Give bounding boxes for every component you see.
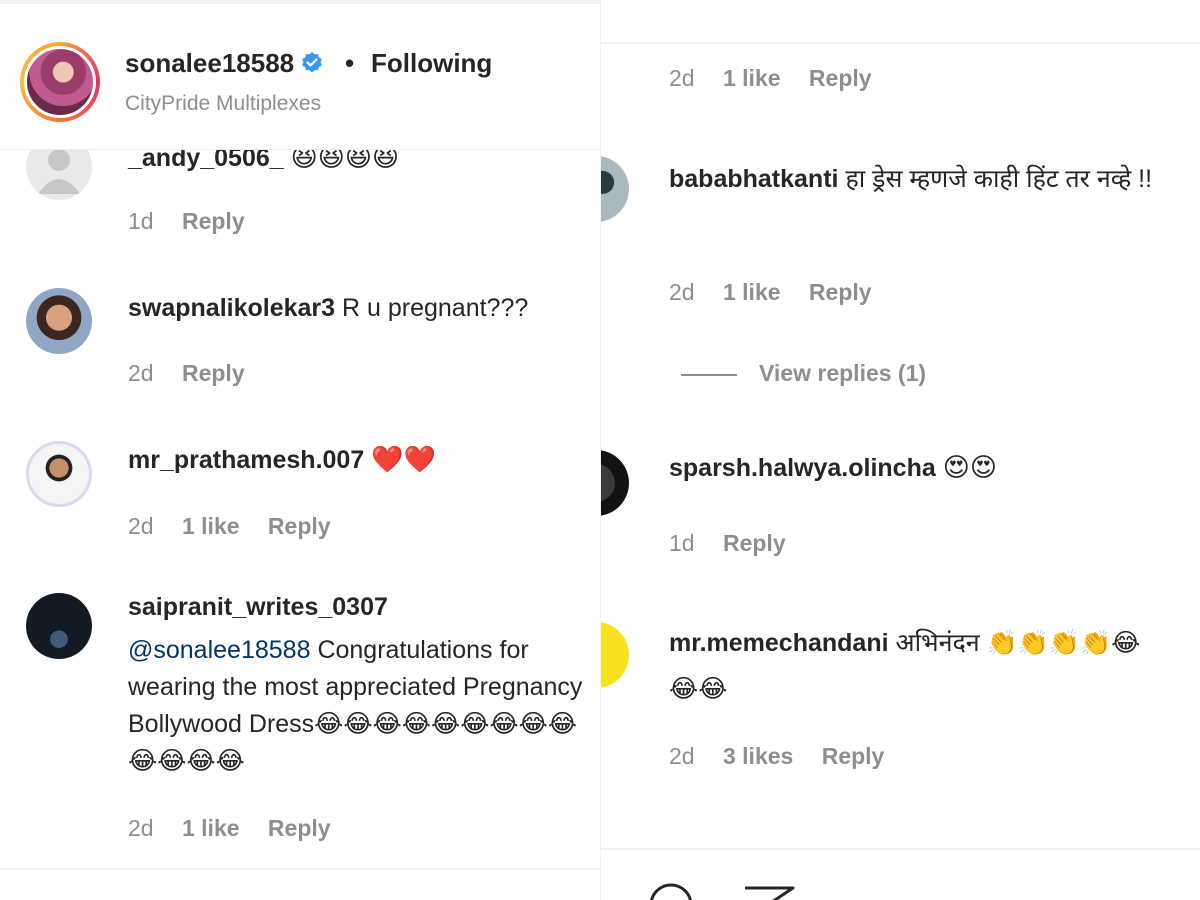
comment-username[interactable]: sparsh.halwya.olincha — [669, 454, 936, 482]
comment-likes[interactable]: 3 likes — [723, 743, 793, 769]
left-panel: _andy_0506_ 😆😆😆😆 1d Reply sonalee18588 •… — [0, 0, 600, 900]
avatar[interactable] — [601, 156, 629, 222]
avatar[interactable] — [601, 622, 629, 688]
avatar[interactable] — [26, 593, 92, 659]
comment-text: sparsh.halwya.olincha 😍😍 — [669, 450, 997, 487]
avatar[interactable] — [26, 441, 92, 507]
comment-text: @sonalee18588 Congratulations for wearin… — [128, 632, 593, 780]
comment-meta: 2d 1 like Reply — [669, 279, 894, 306]
header-username[interactable]: sonalee18588 — [125, 48, 294, 78]
comment-icon[interactable] — [646, 880, 696, 900]
comment-meta: 2d 1 like Reply — [669, 65, 894, 92]
comment-meta: 1d Reply — [669, 530, 808, 557]
replies-line — [681, 373, 737, 376]
mention-link[interactable]: @sonalee18588 — [128, 636, 310, 664]
comment-meta: 1d Reply — [128, 208, 267, 235]
comment-time: 2d — [669, 65, 695, 91]
reply-button[interactable]: Reply — [268, 513, 331, 539]
comment-username[interactable]: mr.memechandani — [669, 629, 889, 657]
location-link[interactable]: CityPride Multiplexes — [125, 92, 321, 116]
divider — [0, 868, 600, 870]
comment-time: 2d — [669, 743, 695, 769]
following-button[interactable]: Following — [371, 48, 492, 79]
comment-text: mr.memechandani अभिनंदन 👏👏👏👏😂😂😂 — [669, 620, 1169, 712]
right-panel: 2d 1 like Reply bababhatkanti हा ड्रेस म… — [600, 0, 1200, 900]
comment-username[interactable]: swapnalikolekar3 — [128, 294, 335, 322]
comment-likes[interactable]: 1 like — [182, 513, 240, 539]
comment-meta: 2d Reply — [128, 360, 267, 387]
comment-meta: 2d 1 like Reply — [128, 513, 353, 540]
avatar[interactable] — [601, 450, 629, 516]
comment-text: mr_prathamesh.007 ❤️❤️ — [128, 442, 436, 479]
reply-button[interactable]: Reply — [182, 360, 245, 386]
comment-time: 2d — [128, 815, 154, 841]
comment-username[interactable]: bababhatkanti — [669, 165, 838, 193]
reply-button[interactable]: Reply — [822, 743, 885, 769]
comment-username[interactable]: saipranit_writes_0307 — [128, 593, 388, 622]
comment-username[interactable]: mr_prathamesh.007 — [128, 446, 364, 474]
comment-likes[interactable]: 1 like — [182, 815, 240, 841]
comment-time: 1d — [128, 208, 154, 234]
comment-likes[interactable]: 1 like — [723, 279, 781, 305]
comment-body: R u pregnant??? — [342, 294, 529, 322]
comment-time: 1d — [669, 530, 695, 556]
comment-body: ❤️❤️ — [371, 445, 436, 475]
comment-time: 2d — [128, 360, 154, 386]
comment-time: 2d — [128, 513, 154, 539]
reply-button[interactable]: Reply — [268, 815, 331, 841]
divider — [601, 42, 1200, 44]
reply-button[interactable]: Reply — [182, 208, 245, 234]
view-replies-button[interactable]: View replies (1) — [759, 360, 926, 386]
reply-button[interactable]: Reply — [809, 65, 872, 91]
comment-time: 2d — [669, 279, 695, 305]
reply-button[interactable]: Reply — [809, 279, 872, 305]
divider — [600, 848, 1200, 850]
post-header: sonalee18588 • Following CityPride Multi… — [0, 0, 600, 150]
comment-meta: 2d 1 like Reply — [128, 815, 353, 842]
comment-text: bababhatkanti हा ड्रेस म्हणजे काही हिंट … — [669, 158, 1199, 200]
comment-likes[interactable]: 1 like — [723, 65, 781, 91]
comment-text: swapnalikolekar3 R u pregnant??? — [128, 290, 528, 327]
comment-body: 😍😍 — [942, 453, 997, 483]
comment-meta: 2d 3 likes Reply — [669, 743, 906, 770]
view-replies-row[interactable]: View replies (1) — [681, 360, 948, 387]
reply-button[interactable]: Reply — [723, 530, 786, 556]
header-username-wrap: sonalee18588 — [125, 48, 324, 79]
avatar[interactable] — [26, 288, 92, 354]
comment-body: हा ड्रेस म्हणजे काही हिंट तर नव्हे !! — [845, 165, 1153, 193]
verified-badge-icon — [302, 52, 323, 73]
share-icon[interactable] — [741, 884, 797, 900]
separator-dot: • — [345, 48, 355, 78]
profile-avatar[interactable] — [20, 42, 100, 122]
